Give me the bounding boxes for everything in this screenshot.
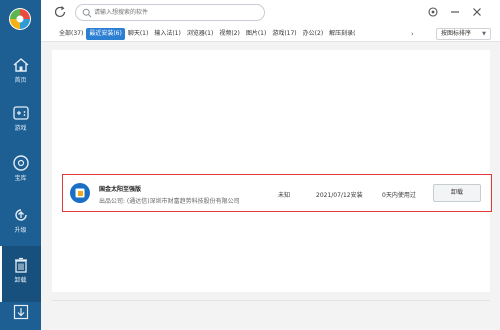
sort-dropdown[interactable]: 按图标排序 ▼ (436, 28, 491, 40)
tab-compression[interactable]: 解压刻录( (326, 28, 358, 40)
tab-office[interactable]: 办公(2) (300, 28, 327, 40)
home-icon (13, 58, 29, 72)
sidebar-item-label: 宝库 (14, 175, 27, 182)
sidebar-item-library[interactable]: 宝库 (0, 144, 41, 200)
top-bar (41, 0, 500, 25)
app-icon (70, 183, 90, 203)
gamepad-icon (13, 106, 29, 120)
settings-icon[interactable] (427, 6, 439, 18)
download-icon (13, 304, 29, 320)
search-box[interactable] (75, 4, 265, 21)
tab-chat[interactable]: 聊天(1) (125, 28, 152, 40)
sidebar-item-label: 首页 (14, 77, 27, 84)
refresh-icon[interactable] (53, 5, 67, 19)
tab-all[interactable]: 全部(37) (56, 28, 86, 40)
sidebar: 首页 游戏 宝库 升级 卸载 (0, 0, 41, 330)
trash-icon (15, 257, 27, 273)
tab-recent[interactable]: 最近安装(6) (86, 28, 125, 40)
sidebar-item-upgrade[interactable]: 升级 (0, 196, 41, 252)
search-icon (82, 8, 92, 18)
tab-images[interactable]: 图片(1) (243, 28, 270, 40)
sidebar-item-label: 游戏 (14, 125, 27, 132)
app-size: 未知 (278, 192, 291, 199)
tab-input-method[interactable]: 输入法(1) (151, 28, 184, 40)
sidebar-item-label: 升级 (14, 227, 27, 234)
disc-icon (13, 155, 29, 171)
sidebar-item-games[interactable]: 游戏 (0, 94, 41, 150)
close-icon[interactable] (471, 6, 483, 18)
search-input[interactable] (94, 6, 254, 19)
sidebar-download[interactable] (0, 296, 41, 330)
usage-status: 0天内使用过 (382, 192, 416, 199)
sidebar-item-uninstall[interactable]: 卸载 (0, 246, 41, 302)
sidebar-item-label: 卸载 (14, 277, 27, 284)
app-logo-icon (9, 8, 31, 30)
uninstall-button[interactable]: 卸载 (433, 184, 481, 202)
chevron-down-icon: ▼ (482, 31, 486, 37)
upgrade-icon (15, 209, 27, 221)
app-list: 国金太阳至强版 出品公司: (通达信)深圳市财富趋势科技股份有限公司 未知 20… (52, 50, 492, 292)
tab-video[interactable]: 视频(2) (216, 28, 243, 40)
tab-list: 全部(37) 最近安装(6) 聊天(1) 输入法(1) 浏览器(1) 视频(2)… (56, 28, 359, 40)
tab-browser[interactable]: 浏览器(1) (184, 28, 217, 40)
app-name: 国金太阳至强版 (99, 186, 142, 193)
list-item[interactable]: 国金太阳至强版 出品公司: (通达信)深圳市财富趋势科技股份有限公司 未知 20… (62, 174, 492, 212)
divider (52, 300, 490, 301)
app-publisher: 出品公司: (通达信)深圳市财富趋势科技股份有限公司 (99, 198, 240, 205)
tabs-more-chevron-icon[interactable]: › (411, 28, 414, 40)
tab-games[interactable]: 游戏(17) (269, 28, 299, 40)
sort-label: 按图标排序 (441, 30, 472, 37)
minimize-icon[interactable] (449, 6, 461, 18)
category-tabs: 全部(37) 最近安装(6) 聊天(1) 输入法(1) 浏览器(1) 视频(2)… (41, 25, 500, 42)
install-date: 2021/07/12安装 (316, 192, 363, 199)
